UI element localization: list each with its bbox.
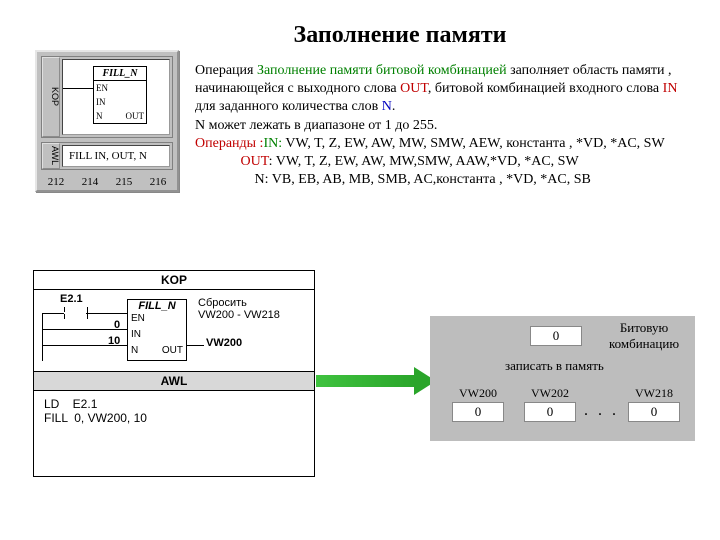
pin-out: OUT bbox=[126, 111, 145, 121]
awl-line: FILL IN, OUT, N bbox=[62, 145, 170, 167]
ruler-tick: 216 bbox=[150, 176, 167, 188]
memory-block: Битовую комбинацию 0 записать в память V… bbox=[430, 316, 695, 441]
awl-pane: AWL FILL IN, OUT, N bbox=[41, 142, 173, 170]
text-red: Операнды : bbox=[195, 136, 263, 151]
in-value: 0 bbox=[114, 319, 120, 331]
text: , битовой комбинацией входного слова bbox=[428, 81, 663, 96]
tool-ruler: 212 214 215 216 bbox=[37, 174, 177, 190]
ruler-tick: 215 bbox=[116, 176, 133, 188]
mem-bitpattern: 0 bbox=[530, 326, 582, 346]
mem-cell-0: 0 bbox=[452, 402, 504, 422]
text: : VW, T, Z, EW, AW, MW,SMW, AAW,*VD, *AC… bbox=[269, 154, 579, 169]
reset-range: VW200 - VW218 bbox=[198, 309, 280, 321]
fill-block: FILL_N EN IN N OUT bbox=[93, 66, 147, 124]
fill-block-name: FILL_N bbox=[94, 67, 146, 81]
out-value: VW200 bbox=[206, 337, 242, 349]
mem-caption-1: Битовую комбинацию bbox=[596, 320, 692, 352]
mem-label-2: VW218 bbox=[628, 386, 680, 401]
text-red: OUT bbox=[241, 154, 269, 169]
mem-cell-2: 0 bbox=[628, 402, 680, 422]
kop-row: KOP E2.1 FILL_N EN IN N OUT 0 10 VW200 С… bbox=[34, 271, 314, 371]
kop-pane: KOP FILL_N EN IN N OUT bbox=[41, 56, 173, 138]
pin-en: EN bbox=[131, 313, 145, 324]
description: Операция Заполнение памяти битовой комби… bbox=[195, 62, 695, 189]
pin-n: N bbox=[96, 111, 103, 121]
code-pane: KOP E2.1 FILL_N EN IN N OUT 0 10 VW200 С… bbox=[33, 270, 315, 477]
awl-title: AWL bbox=[34, 372, 314, 391]
awl-tab: AWL bbox=[42, 143, 60, 169]
text: N: VB, EB, AB, MB, SMB, AC,константа , *… bbox=[255, 172, 591, 187]
n-value: 10 bbox=[108, 335, 120, 347]
kop-canvas: FILL_N EN IN N OUT bbox=[62, 59, 170, 135]
text: для заданного количества слов bbox=[195, 99, 382, 114]
arrow-icon bbox=[316, 365, 436, 395]
text-blue: N bbox=[382, 99, 392, 114]
pin-in: IN bbox=[131, 329, 141, 340]
text-green: Заполнение памяти битовой комбинацией bbox=[257, 63, 507, 78]
awl-code: LD E2.1 FILL 0, VW200, 10 bbox=[34, 391, 314, 431]
fill-block-2-name: FILL_N bbox=[128, 300, 186, 312]
pin-in: IN bbox=[96, 97, 106, 107]
contact-label: E2.1 bbox=[60, 293, 83, 305]
pin-en: EN bbox=[96, 83, 108, 93]
mem-dots: . . . bbox=[584, 402, 619, 420]
text-red: OUT bbox=[400, 81, 428, 96]
kop-tab: KOP bbox=[42, 57, 60, 137]
ruler-tick: 214 bbox=[82, 176, 99, 188]
text: . bbox=[392, 99, 396, 114]
reset-label: Сбросить bbox=[198, 297, 247, 309]
fill-block-2: FILL_N EN IN N OUT bbox=[127, 299, 187, 361]
text: VW, T, Z, EW, AW, MW, SMW, AEW, констант… bbox=[282, 136, 665, 151]
ladder-diagram: E2.1 FILL_N EN IN N OUT 0 10 VW200 Сброс… bbox=[42, 293, 302, 365]
page-title: Заполнение памяти bbox=[200, 22, 600, 49]
mem-caption-2: записать в память bbox=[505, 358, 604, 374]
kop-title: KOP bbox=[34, 271, 314, 290]
text-red: IN bbox=[663, 81, 678, 96]
text-green: IN: bbox=[263, 136, 282, 151]
pin-n: N bbox=[131, 345, 138, 356]
text: N может лежать в диапазоне от 1 до 255. bbox=[195, 118, 437, 133]
awl-row: AWL LD E2.1 FILL 0, VW200, 10 bbox=[34, 371, 314, 472]
mem-cell-1: 0 bbox=[524, 402, 576, 422]
ruler-tick: 212 bbox=[48, 176, 65, 188]
pin-out: OUT bbox=[162, 345, 183, 356]
tool-block: KOP FILL_N EN IN N OUT AWL FILL IN, OUT,… bbox=[35, 50, 179, 192]
mem-label-1: VW202 bbox=[524, 386, 576, 401]
mem-label-0: VW200 bbox=[452, 386, 504, 401]
text: Операция bbox=[195, 63, 257, 78]
